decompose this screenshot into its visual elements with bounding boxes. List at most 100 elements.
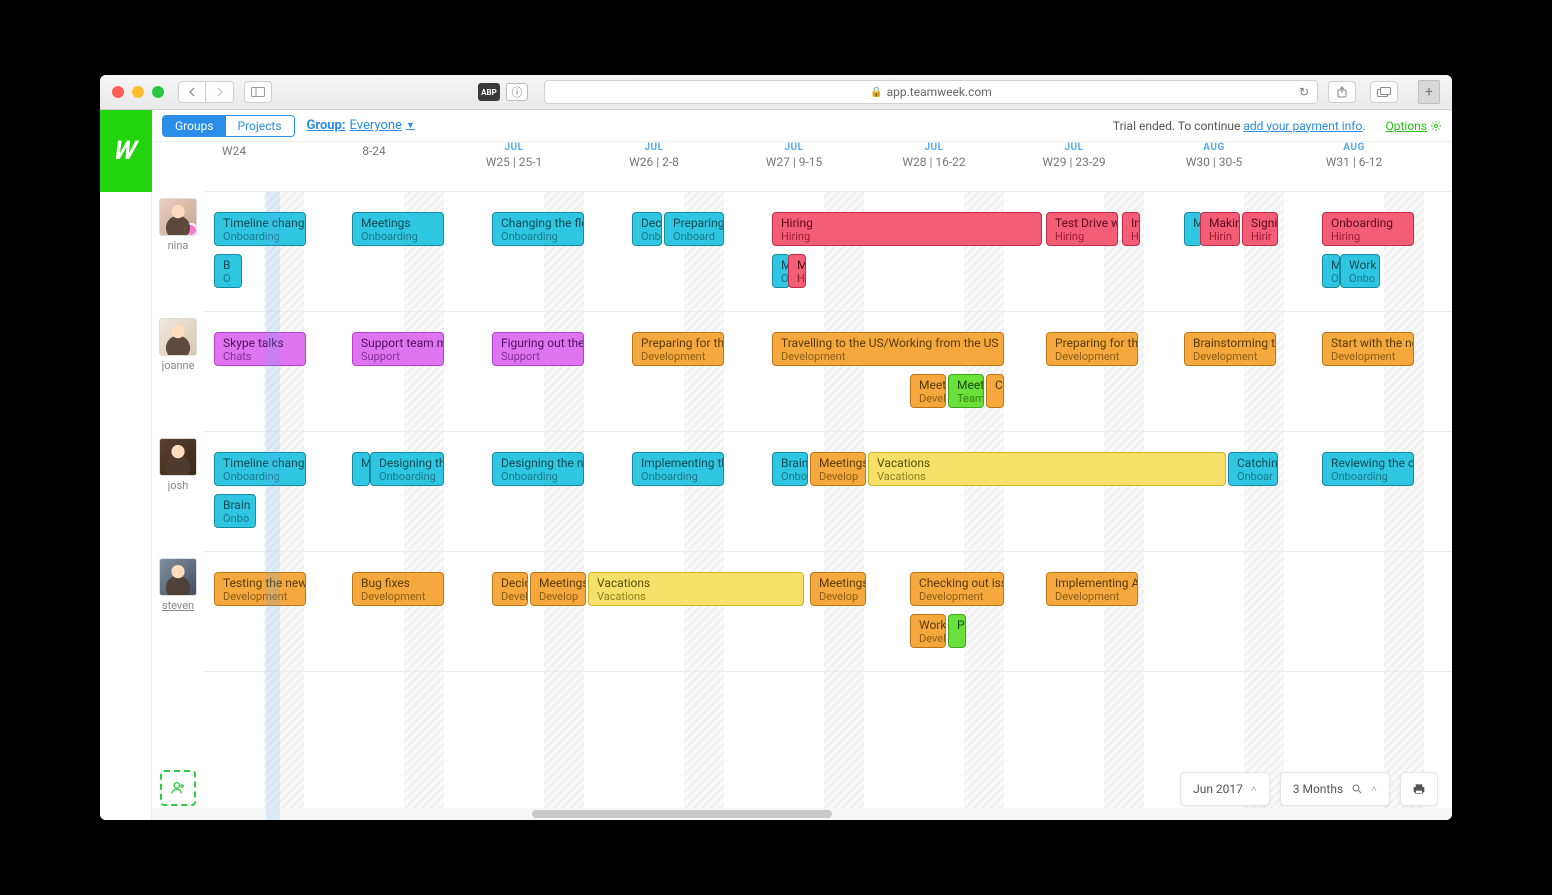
task-card[interactable]: Travelling to the US/Working from the US…	[772, 332, 1004, 366]
task-card[interactable]: MeetingsDevelop	[810, 572, 866, 606]
task-card[interactable]: DecidDevel	[492, 572, 528, 606]
address-bar[interactable]: 🔒 app.teamweek.com ↻	[544, 80, 1318, 104]
tabs-button[interactable]	[1370, 81, 1398, 103]
task-card[interactable]: Bug fixesDevelopment	[352, 572, 444, 606]
task-card[interactable]: M	[352, 452, 370, 486]
tab-projects[interactable]: Projects	[226, 116, 294, 136]
person-header[interactable]: nina	[152, 192, 204, 252]
task-card[interactable]: Designing theOnboarding	[370, 452, 444, 486]
search-icon	[1351, 783, 1363, 795]
options-link[interactable]: Options	[1385, 119, 1442, 133]
share-button[interactable]	[1328, 81, 1356, 103]
task-card[interactable]: MeetiTeam	[948, 374, 984, 408]
week-column[interactable]: JULW28 | 16-22	[864, 142, 1004, 169]
tab-groups[interactable]: Groups	[163, 116, 226, 136]
close-window-button[interactable]	[112, 86, 124, 98]
task-card[interactable]: CatchingOnboar	[1228, 452, 1278, 486]
task-card[interactable]: MeetiDevel	[910, 374, 946, 408]
avatar[interactable]	[159, 558, 197, 596]
reload-icon[interactable]: ↻	[1299, 85, 1309, 99]
task-card[interactable]: DecidOnb	[632, 212, 662, 246]
week-column[interactable]: AUGW32 | 13-19	[1424, 142, 1452, 169]
avatar[interactable]	[159, 198, 197, 236]
task-project: Onbo	[1349, 272, 1371, 286]
week-column[interactable]: 8-24	[304, 142, 444, 158]
task-card[interactable]: Brainstorming thDevelopment	[1184, 332, 1276, 366]
task-card[interactable]: SigniHirir	[1242, 212, 1278, 246]
zoom-picker[interactable]: 3 Months ˄	[1280, 772, 1390, 806]
person-header[interactable]: steven	[152, 552, 204, 612]
task-title: Support team me	[361, 336, 435, 350]
week-column[interactable]: JULW25 | 25-1	[444, 142, 584, 169]
week-label: W32 | 13-19	[1424, 155, 1452, 169]
app-logo[interactable]: W	[100, 110, 152, 192]
add-payment-link[interactable]: add your payment info	[1243, 119, 1362, 133]
task-card[interactable]: Test Drive weHiring	[1046, 212, 1118, 246]
task-lane: Timeline changesOnboardingMDesigning the…	[204, 452, 1452, 490]
week-column[interactable]: W24	[164, 142, 304, 158]
task-card[interactable]: WorkOnbo	[1340, 254, 1380, 288]
task-card[interactable]: BrainOnbo	[772, 452, 808, 486]
person-header[interactable]: joanne	[152, 312, 204, 372]
task-project: Onboarding	[501, 470, 575, 484]
month-picker[interactable]: Jun 2017 ˄	[1180, 772, 1270, 806]
task-project: Onboarding	[379, 470, 435, 484]
task-card[interactable]: Implementing theOnboarding	[632, 452, 724, 486]
task-card[interactable]: OnboardingHiring	[1322, 212, 1414, 246]
task-card[interactable]: VacationsVacations	[588, 572, 804, 606]
task-card[interactable]: Implementing A/Development	[1046, 572, 1138, 606]
task-card[interactable]: MO	[1322, 254, 1340, 288]
task-card[interactable]: Figuring out theSupport	[492, 332, 584, 366]
task-card[interactable]: Designing the neOnboarding	[492, 452, 584, 486]
task-card[interactable]: MakinHirin	[1200, 212, 1240, 246]
minimize-window-button[interactable]	[132, 86, 144, 98]
week-column[interactable]: AUGW31 | 6-12	[1284, 142, 1424, 169]
task-card[interactable]: C	[986, 374, 1004, 408]
task-card[interactable]: MH	[788, 254, 806, 288]
task-card[interactable]: Testing the newDevelopment	[214, 572, 306, 606]
task-title: Bug fixes	[361, 576, 435, 590]
task-card[interactable]: BrainOnbo	[214, 494, 256, 528]
task-card[interactable]: HiringHiring	[772, 212, 1042, 246]
scrollbar-thumb[interactable]	[532, 810, 832, 818]
task-card[interactable]: VacationsVacations	[868, 452, 1226, 486]
task-card[interactable]: Start with the neDevelopment	[1322, 332, 1414, 366]
maximize-window-button[interactable]	[152, 86, 164, 98]
horizontal-scrollbar[interactable]	[152, 808, 1452, 820]
task-card[interactable]: BO	[214, 254, 242, 288]
task-card[interactable]: Preparing for theDevelopment	[632, 332, 724, 366]
task-card[interactable]: Timeline changesOnboarding	[214, 212, 306, 246]
task-card[interactable]: Changing the flowOnboarding	[492, 212, 584, 246]
task-card[interactable]: Skype talksChats	[214, 332, 306, 366]
add-person-button[interactable]	[160, 770, 196, 806]
task-card[interactable]: InH	[1122, 212, 1140, 246]
person-header[interactable]: josh	[152, 432, 204, 492]
task-card[interactable]: Timeline changesOnboarding	[214, 452, 306, 486]
task-card[interactable]: PreparingOnboard	[664, 212, 724, 246]
task-card[interactable]: MeetingsDevelop	[530, 572, 586, 606]
avatar[interactable]	[159, 438, 197, 476]
new-tab-button[interactable]: +	[1418, 80, 1440, 104]
print-button[interactable]	[1400, 772, 1438, 806]
week-column[interactable]: JULW26 | 2-8	[584, 142, 724, 169]
timeline[interactable]: nina Timeline changesOnboarding MeetingsOn…	[152, 192, 1452, 820]
week-column[interactable]: AUGW30 | 30-5	[1144, 142, 1284, 169]
info-icon[interactable]: ⓘ	[506, 83, 528, 101]
task-card[interactable]: MeetingsOnboarding	[352, 212, 444, 246]
task-card[interactable]: Preparing for theDevelopment	[1046, 332, 1138, 366]
task-card[interactable]: P	[948, 614, 966, 648]
task-card[interactable]: Reviewing the cuOnboarding	[1322, 452, 1414, 486]
week-column[interactable]: JULW29 | 23-29	[1004, 142, 1144, 169]
task-card[interactable]: MeetingsDevelop	[810, 452, 866, 486]
task-card[interactable]: Support team meSupport	[352, 332, 444, 366]
task-card[interactable]: Checking out issuDevelopment	[910, 572, 1004, 606]
week-column[interactable]: JULW27 | 9-15	[724, 142, 864, 169]
forward-button[interactable]	[206, 81, 234, 103]
avatar[interactable]	[159, 318, 197, 356]
task-project: Vacations	[877, 470, 1217, 484]
sidebar-button[interactable]	[244, 81, 272, 103]
back-button[interactable]	[178, 81, 206, 103]
group-selector[interactable]: Group: Everyone ▼	[307, 118, 415, 133]
task-card[interactable]: WorkDevel	[910, 614, 946, 648]
adblock-icon[interactable]: ABP	[478, 83, 500, 101]
